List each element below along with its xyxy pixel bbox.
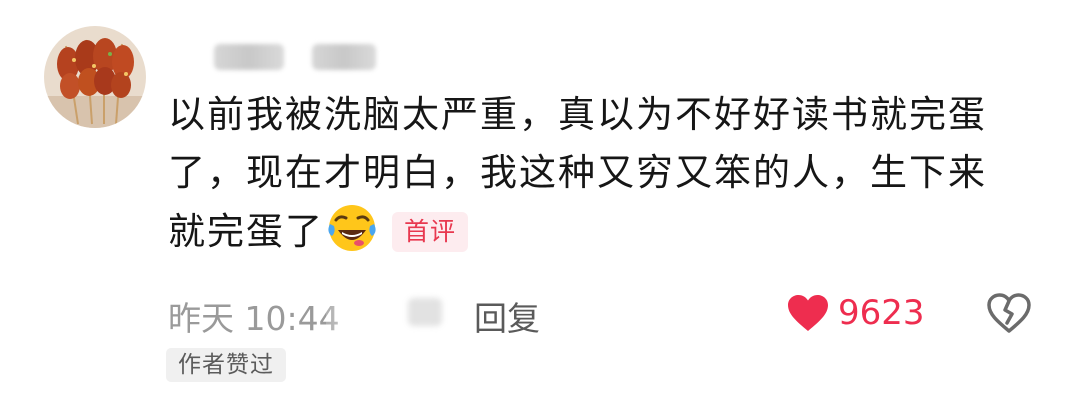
like-button[interactable]: 9623: [786, 288, 925, 338]
comment-item: 以前我被洗脑太严重，真以为不好好读书就完蛋 了，现在才明白，我这种又穷又笨的人，生…: [0, 0, 1080, 410]
broken-heart-icon[interactable]: [986, 292, 1032, 334]
username-redacted[interactable]: [170, 38, 430, 74]
redacted-block: [408, 298, 442, 326]
comment-text: 以前我被洗脑太严重，真以为不好好读书就完蛋 了，现在才明白，我这种又穷又笨的人，生…: [168, 86, 1028, 261]
redacted-block: [312, 44, 376, 70]
heart-icon: [788, 295, 828, 331]
comment-line: 就完蛋了: [168, 210, 324, 253]
first-comment-badge: 首评: [392, 212, 469, 252]
redacted-block: [214, 44, 284, 70]
comment-meta-row: 昨天 10:44 回复 9623: [168, 288, 1048, 338]
comment-time: 昨天 10:44: [168, 299, 340, 338]
food-skewers-avatar: [44, 26, 146, 128]
like-count: 9623: [838, 293, 925, 333]
avatar[interactable]: [44, 26, 146, 128]
comment-line: 以前我被洗脑太严重，真以为不好好读书就完蛋: [168, 93, 987, 136]
comment-line: 了，现在才明白，我这种又穷又笨的人，生下来: [168, 151, 987, 194]
reply-button[interactable]: 回复: [474, 292, 540, 340]
laughing-crying-face-icon: [326, 202, 378, 254]
author-liked-tag: 作者赞过: [166, 348, 286, 382]
